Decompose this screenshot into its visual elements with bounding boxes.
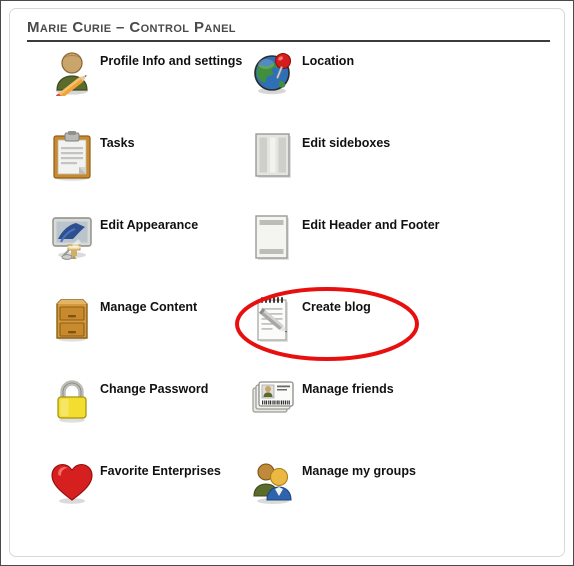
control-item-label: Create blog: [302, 300, 371, 314]
control-item-favorite-enterprises[interactable]: Favorite Enterprises: [46, 455, 256, 537]
page-header-footer-icon: [248, 209, 300, 264]
grid-row: Favorite Enterprises Manage my groups: [10, 455, 566, 537]
control-item-manage-friends[interactable]: Manage friends: [248, 373, 548, 455]
control-item-label: Location: [302, 54, 355, 68]
control-item-edit-header-and-footer[interactable]: Edit Header and Footer: [248, 209, 548, 291]
filing-cabinet-icon: [46, 291, 98, 346]
control-item-label: Manage Content: [100, 300, 198, 314]
control-panel-screen: Marie Curie – Control Panel Profile Info…: [0, 0, 574, 566]
control-panel-container: Marie Curie – Control Panel Profile Info…: [9, 8, 565, 557]
monitor-paintbrush-icon: [46, 209, 98, 264]
title-divider: [27, 40, 550, 42]
clipboard-tasks-icon: [46, 127, 98, 182]
control-item-label: Change Password: [100, 382, 209, 396]
control-item-manage-my-groups[interactable]: Manage my groups: [248, 455, 548, 537]
grid-row: Manage Content Create blog: [10, 291, 566, 373]
globe-pin-location-icon: [248, 45, 300, 100]
control-item-change-password[interactable]: Change Password: [46, 373, 256, 455]
control-item-label: Manage friends: [302, 382, 394, 396]
grid-row: Change Password Manage friends: [10, 373, 566, 455]
control-item-label: Tasks: [100, 136, 135, 150]
control-item-label: Manage my groups: [302, 464, 416, 478]
sideboxes-columns-icon: [248, 127, 300, 182]
control-item-create-blog[interactable]: Create blog: [248, 291, 548, 373]
control-item-label: Edit sideboxes: [302, 136, 391, 150]
id-cards-friends-icon: [248, 373, 300, 428]
grid-row: Profile Info and settings Location: [10, 45, 566, 127]
control-item-profile-info-and-settings[interactable]: Profile Info and settings: [46, 45, 256, 127]
control-item-edit-appearance[interactable]: Edit Appearance: [46, 209, 256, 291]
control-item-label: Profile Info and settings: [100, 54, 243, 68]
control-item-label: Edit Appearance: [100, 218, 199, 232]
page-title: Marie Curie – Control Panel: [27, 19, 236, 36]
grid-row: Tasks Edit sideboxes: [10, 127, 566, 209]
control-item-edit-sideboxes[interactable]: Edit sideboxes: [248, 127, 548, 209]
two-users-groups-icon: [248, 455, 300, 510]
padlock-icon: [46, 373, 98, 428]
control-item-label: Favorite Enterprises: [100, 464, 221, 478]
control-item-manage-content[interactable]: Manage Content: [46, 291, 256, 373]
notepad-pencil-blog-icon: [248, 291, 300, 346]
control-item-location[interactable]: Location: [248, 45, 548, 127]
profile-user-pencil-icon: [46, 45, 98, 100]
control-item-label: Edit Header and Footer: [302, 218, 440, 232]
heart-favorite-icon: [46, 455, 98, 510]
grid-row: Edit Appearance Edit Header and Footer: [10, 209, 566, 291]
control-panel-grid: Profile Info and settings Location Tasks…: [10, 45, 566, 537]
control-item-tasks[interactable]: Tasks: [46, 127, 256, 209]
